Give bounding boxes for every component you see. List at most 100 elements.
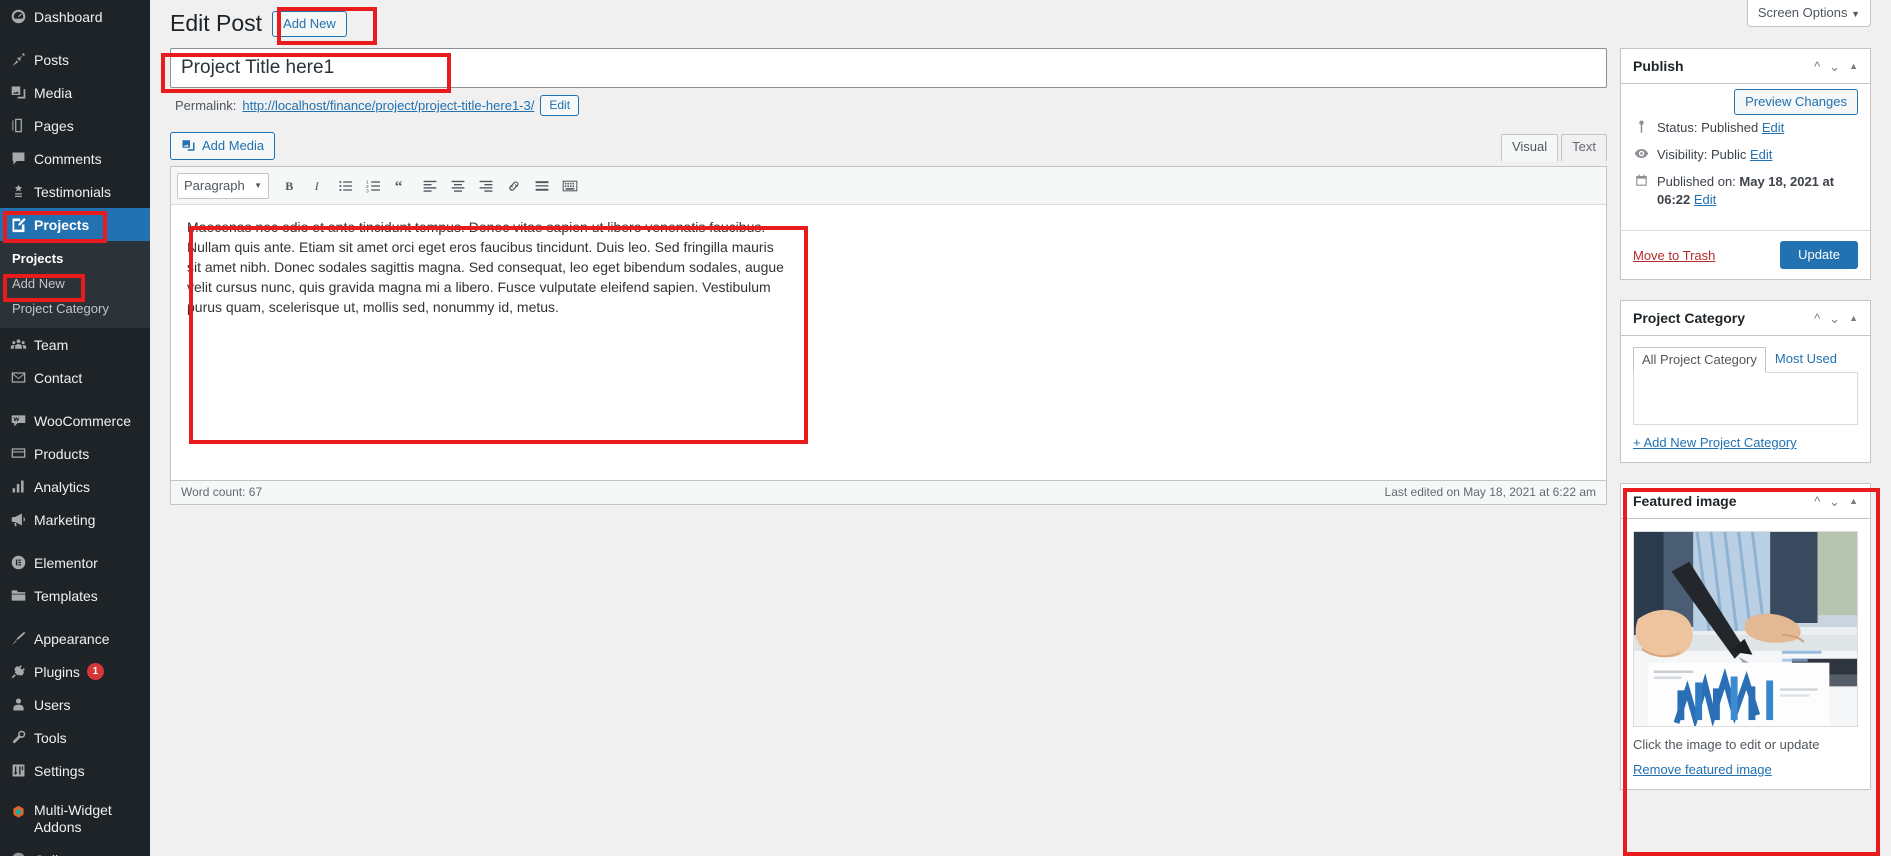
pages-icon (10, 117, 34, 134)
edit-visibility-link[interactable]: Edit (1750, 147, 1772, 162)
tab-text[interactable]: Text (1561, 134, 1607, 161)
sidebar-item-users[interactable]: Users (0, 688, 150, 721)
editor-paragraph: Maecenas nec odio et ante tincidunt temp… (187, 219, 784, 315)
sidebar-item-contact[interactable]: Contact (0, 361, 150, 394)
sidebar-item-team[interactable]: Team (0, 328, 150, 361)
numbered-list-icon[interactable]: 123 (361, 173, 387, 199)
add-category-row: + Add New Project Category (1621, 425, 1870, 462)
published-label: Published on: (1657, 174, 1736, 189)
add-new-project-category-link[interactable]: + Add New Project Category (1633, 435, 1797, 450)
visibility-value: Public (1710, 147, 1747, 162)
sidebar-item-dashboard[interactable]: Dashboard (0, 0, 150, 33)
project-category-box: Project Category ^ ⌄ ▲ All Project Categ… (1620, 300, 1871, 463)
tab-all-project-category[interactable]: All Project Category (1633, 347, 1766, 373)
sidebar-item-appearance[interactable]: Appearance (0, 622, 150, 655)
svg-text:3: 3 (366, 188, 369, 194)
bold-icon[interactable]: B (277, 173, 303, 199)
italic-icon[interactable]: I (305, 173, 331, 199)
chevron-down-icon: ▼ (1851, 9, 1860, 19)
word-count: Word count: 67 (181, 485, 263, 499)
post-title-input[interactable] (170, 48, 1607, 88)
move-down-icon[interactable]: ⌄ (1829, 60, 1840, 73)
bulleted-list-icon[interactable] (333, 173, 359, 199)
update-button[interactable]: Update (1780, 241, 1858, 269)
sidebar-item-label: Multi-Widget Addons (34, 802, 112, 835)
sidebar-item-collapse-menu[interactable]: Collapse menu (0, 843, 150, 856)
sidebar-item-media[interactable]: Media (0, 76, 150, 109)
sidebar-item-testimonials[interactable]: Testimonials (0, 175, 150, 208)
category-checklist[interactable] (1633, 372, 1858, 425)
move-up-icon[interactable]: ^ (1814, 495, 1820, 508)
status-label: Status: (1657, 120, 1698, 135)
sidebar-item-comments[interactable]: Comments (0, 142, 150, 175)
sidebar-separator (0, 787, 150, 797)
read-more-icon[interactable] (529, 173, 555, 199)
status-row: Status: Published Edit (1633, 119, 1858, 137)
move-up-icon[interactable]: ^ (1814, 60, 1820, 73)
sidebar-item-tools[interactable]: Tools (0, 721, 150, 754)
tab-most-used[interactable]: Most Used (1766, 346, 1846, 372)
svg-text:“: “ (395, 178, 403, 194)
preview-changes-button[interactable]: Preview Changes (1734, 89, 1858, 115)
sidebar-item-posts[interactable]: Posts (0, 43, 150, 76)
sidebar-item-woocommerce[interactable]: WooCommerce (0, 404, 150, 437)
appearance-icon (10, 630, 34, 647)
link-icon[interactable] (501, 173, 527, 199)
move-down-icon[interactable]: ⌄ (1829, 495, 1840, 508)
admin-sidebar: Dashboard Posts Media Pages Comments Tes… (0, 0, 150, 856)
permalink-label: Permalink: (175, 98, 237, 113)
visibility-text: Visibility: Public Edit (1657, 146, 1772, 164)
move-down-icon[interactable]: ⌄ (1829, 312, 1840, 325)
editor-content-area[interactable]: Maecenas nec odio et ante tincidunt temp… (171, 205, 1606, 480)
sidebar-item-plugins[interactable]: Plugins 1 (0, 655, 150, 688)
sidebar-item-pages[interactable]: Pages (0, 109, 150, 142)
sidebar-item-elementor[interactable]: Elementor (0, 546, 150, 579)
align-right-icon[interactable] (473, 173, 499, 199)
featured-image-thumbnail[interactable] (1633, 531, 1858, 727)
edit-published-link[interactable]: Edit (1694, 192, 1716, 207)
submenu-item-project-category[interactable]: Project Category (0, 296, 150, 321)
sidebar-item-label: Team (34, 336, 69, 353)
sidebar-item-multi-widget-addons[interactable]: Multi-Widget Addons (0, 797, 150, 843)
comments-icon (10, 150, 34, 167)
featured-image-box: Featured image ^ ⌄ ▲ Click the image to … (1620, 483, 1871, 790)
tab-visual[interactable]: Visual (1500, 134, 1559, 161)
sidebar-item-analytics[interactable]: Analytics (0, 470, 150, 503)
toggle-panel-icon[interactable]: ▲ (1849, 61, 1858, 71)
submenu-item-projects[interactable]: Projects (0, 246, 150, 271)
sidebar-item-label: Projects (34, 216, 90, 233)
plugins-update-badge: 1 (86, 663, 104, 680)
woocommerce-icon (10, 412, 34, 429)
sidebar-item-marketing[interactable]: Marketing (0, 503, 150, 536)
edit-status-link[interactable]: Edit (1762, 120, 1784, 135)
sidebar-item-products[interactable]: Products (0, 437, 150, 470)
sidebar-item-label: Products (34, 445, 90, 462)
plugins-icon (10, 663, 34, 680)
sidebar-item-templates[interactable]: Templates (0, 579, 150, 612)
permalink-link[interactable]: http://localhost/finance/project/project… (242, 98, 534, 113)
sidebar-item-projects[interactable]: Projects (0, 208, 150, 241)
screen-options-button[interactable]: Screen Options ▼ (1746, 0, 1871, 27)
align-left-icon[interactable] (417, 173, 443, 199)
move-to-trash-link[interactable]: Move to Trash (1633, 248, 1715, 263)
edit-permalink-button[interactable]: Edit (540, 95, 580, 116)
toggle-panel-icon[interactable]: ▲ (1849, 313, 1858, 323)
pin-icon (10, 51, 34, 68)
align-center-icon[interactable] (445, 173, 471, 199)
add-media-button[interactable]: Add Media (170, 132, 276, 160)
page-header: Edit Post Add New (170, 9, 347, 39)
featured-image-body: Click the image to edit or update Remove… (1621, 519, 1870, 789)
move-up-icon[interactable]: ^ (1814, 312, 1820, 325)
remove-featured-image-link[interactable]: Remove featured image (1633, 762, 1858, 777)
blockquote-icon[interactable]: “ (389, 173, 415, 199)
submenu-item-add-new[interactable]: Add New (0, 271, 150, 296)
main-content: Screen Options ▼ Edit Post Add New Perma… (150, 0, 1891, 856)
toggle-panel-icon[interactable]: ▲ (1849, 496, 1858, 506)
svg-text:B: B (285, 179, 293, 193)
editor-toolbar: Paragraph ▼ B I 123 “ (171, 167, 1606, 205)
paragraph-format-select[interactable]: Paragraph ▼ (177, 172, 269, 199)
sidebar-item-settings[interactable]: Settings (0, 754, 150, 787)
sidebar-postboxes: Publish ^ ⌄ ▲ Preview Changes Status: Pu… (1620, 48, 1871, 810)
toolbar-toggle-icon[interactable] (557, 173, 583, 199)
add-new-button[interactable]: Add New (272, 10, 347, 37)
